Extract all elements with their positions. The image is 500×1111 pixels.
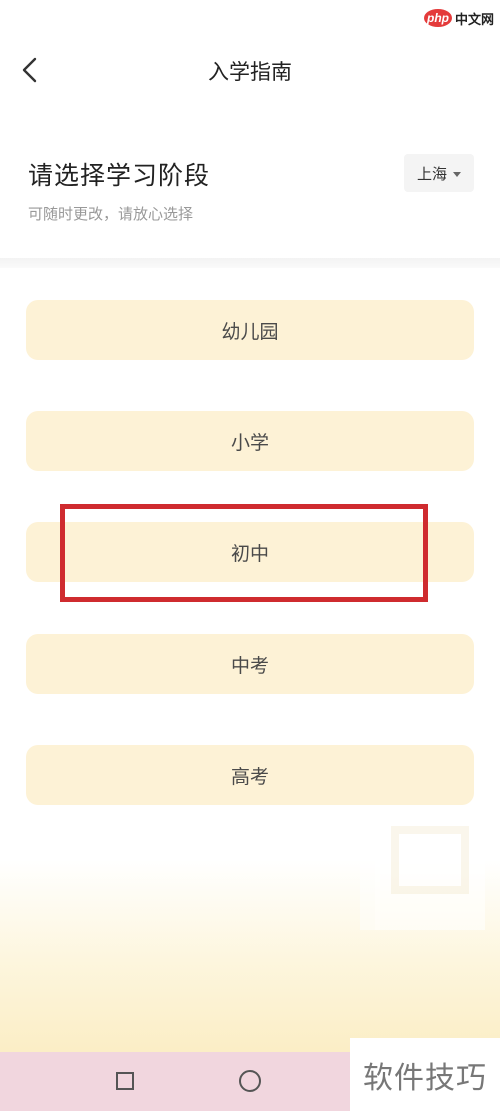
stage-gaokao-button[interactable]: 高考 bbox=[26, 745, 474, 805]
watermark-site-text: 中文网 bbox=[454, 12, 494, 28]
section-divider bbox=[0, 258, 500, 268]
section-title: 请选择学习阶段 bbox=[28, 161, 211, 190]
watermark-bottom-text: 软件技巧 bbox=[350, 1038, 500, 1111]
stage-zhongkao-button[interactable]: 中考 bbox=[26, 634, 474, 694]
header: 入学指南 bbox=[0, 40, 500, 100]
app-root: php 中文网 入学指南 请选择学习阶段 可随时更改，请放心选择 上海 幼儿园 … bbox=[0, 0, 500, 1111]
recent-apps-square-icon[interactable] bbox=[116, 1072, 134, 1090]
caret-down-icon bbox=[453, 171, 461, 177]
school-illustration bbox=[360, 810, 485, 930]
stage-junior-high-button[interactable]: 初中 bbox=[26, 522, 474, 582]
stage-kindergarten-button[interactable]: 幼儿园 bbox=[26, 300, 474, 360]
stage-primary-button[interactable]: 小学 bbox=[26, 411, 474, 471]
watermark-logo: php 中文网 bbox=[423, 6, 494, 30]
home-circle-icon[interactable] bbox=[239, 1070, 261, 1092]
section-subtitle: 可随时更改，请放心选择 bbox=[28, 205, 194, 223]
page-title: 入学指南 bbox=[208, 60, 292, 84]
city-label: 上海 bbox=[416, 164, 447, 183]
city-selector[interactable]: 上海 bbox=[404, 154, 474, 192]
php-logo: php bbox=[423, 9, 452, 27]
